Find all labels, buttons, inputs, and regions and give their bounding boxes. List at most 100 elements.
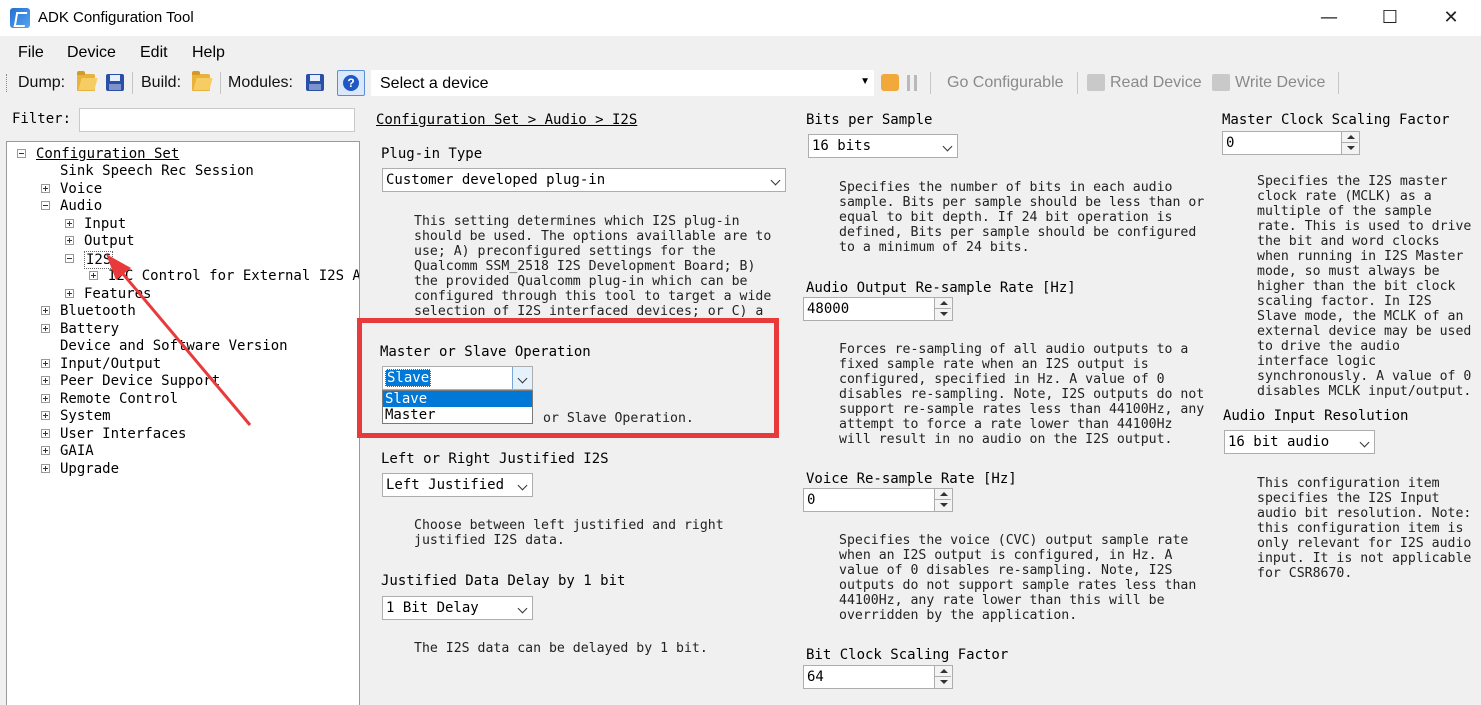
filter-input[interactable] (79, 108, 355, 132)
voice-resample-value: 0 (807, 492, 816, 508)
data-delay-description: The I2S data can be delayed by 1 bit. (414, 641, 708, 656)
tree-node-label: Device and Software Version (60, 338, 288, 354)
spinner-arrows-icon[interactable] (934, 666, 952, 688)
toolbar-separator (132, 72, 133, 94)
build-open-folder-icon[interactable] (192, 71, 210, 91)
toolbar-separator (1077, 72, 1078, 94)
menu-file[interactable]: File (18, 44, 44, 62)
write-device-button[interactable]: Write Device (1235, 74, 1325, 92)
bits-per-sample-value: 16 bits (812, 138, 872, 154)
expand-icon[interactable] (41, 394, 50, 403)
tree-node-label: Features (84, 286, 152, 302)
bit-clock-spinner[interactable]: 64 (803, 665, 953, 689)
highlight-annotation-box (357, 318, 779, 438)
plugin-type-select[interactable]: Customer developed plug-in (382, 168, 786, 192)
data-delay-select[interactable]: 1 Bit Delay (382, 596, 533, 620)
modules-save-disk-icon[interactable] (306, 74, 324, 91)
data-delay-label: Justified Data Delay by 1 bit (381, 573, 626, 589)
refresh-icon[interactable] (881, 74, 899, 91)
expand-icon[interactable] (41, 376, 50, 385)
dump-save-disk-icon[interactable] (106, 74, 124, 91)
collapse-icon[interactable] (17, 149, 26, 158)
toolbar: Dump: Build: Modules: ? Select a device … (0, 66, 1481, 100)
expand-icon[interactable] (89, 271, 98, 280)
menu-edit[interactable]: Edit (140, 44, 168, 62)
tree-node-label: I2C Control for External I2S Ampl: (108, 268, 359, 284)
bit-clock-label: Bit Clock Scaling Factor (806, 647, 1009, 663)
chevron-down-icon (1359, 437, 1370, 448)
output-resample-description: Forces re-sampling of all audio outputs … (839, 342, 1205, 447)
collapse-icon[interactable] (65, 254, 74, 263)
menu-device[interactable]: Device (67, 44, 116, 62)
device-select[interactable]: Select a device ▼ (370, 69, 875, 97)
maximize-button[interactable]: ☐ (1367, 4, 1413, 32)
master-clock-spinner[interactable]: 0 (1222, 131, 1360, 155)
bits-per-sample-select[interactable]: 16 bits (808, 134, 958, 158)
output-resample-value: 48000 (807, 301, 850, 317)
chevron-down-icon: ▼ (860, 76, 870, 87)
read-device-button[interactable]: Read Device (1110, 74, 1202, 92)
spinner-arrows-icon[interactable] (1341, 132, 1359, 154)
chevron-down-icon (942, 141, 953, 152)
collapse-icon[interactable] (41, 201, 50, 210)
build-label: Build: (141, 74, 182, 91)
window-title: ADK Configuration Tool (38, 9, 194, 26)
expand-icon[interactable] (41, 359, 50, 368)
minimize-button[interactable]: — (1306, 4, 1352, 32)
output-resample-spinner[interactable]: 48000 (803, 297, 953, 321)
tree-node-label: Bluetooth (60, 303, 136, 319)
expand-icon[interactable] (41, 324, 50, 333)
dump-label: Dump: (18, 74, 66, 91)
master-clock-description: Specifies the I2S master clock rate (MCL… (1257, 174, 1472, 399)
spinner-divider (1342, 142, 1358, 143)
chevron-down-icon (517, 603, 528, 614)
close-button[interactable]: ✕ (1428, 4, 1474, 32)
input-resolution-select[interactable]: 16 bit audio (1224, 430, 1375, 454)
expand-icon[interactable] (41, 306, 50, 315)
help-button[interactable]: ? (337, 70, 365, 96)
spinner-divider (935, 499, 951, 500)
help-icon: ? (343, 75, 359, 91)
breadcrumb[interactable]: Configuration Set > Audio > I2S (376, 112, 637, 128)
menu-help[interactable]: Help (192, 44, 225, 62)
input-resolution-label: Audio Input Resolution (1223, 408, 1409, 424)
plugin-type-description: This setting determines which I2S plug-i… (414, 214, 772, 318)
bits-per-sample-description: Specifies the number of bits in each aud… (839, 180, 1205, 255)
spinner-arrows-icon[interactable] (934, 298, 952, 320)
justified-select[interactable]: Left Justified (382, 473, 533, 497)
read-device-icon (1087, 74, 1105, 91)
expand-icon[interactable] (41, 411, 50, 420)
toolbar-separator (930, 72, 931, 94)
device-select-value: Select a device (380, 75, 489, 92)
expand-icon[interactable] (41, 446, 50, 455)
tree-node-label: Battery (60, 321, 120, 337)
expand-icon[interactable] (41, 184, 50, 193)
input-resolution-value: 16 bit audio (1228, 434, 1330, 450)
spinner-arrows-icon[interactable] (934, 489, 952, 511)
spinner-divider (935, 676, 951, 677)
tree-node-label: Audio (60, 198, 103, 214)
voice-resample-spinner[interactable]: 0 (803, 488, 953, 512)
expand-icon[interactable] (41, 464, 50, 473)
expand-icon[interactable] (65, 219, 74, 228)
go-configurable-button[interactable]: Go Configurable (947, 74, 1064, 92)
tree-node-label: Remote Control (60, 391, 179, 407)
expand-icon[interactable] (41, 429, 50, 438)
dump-open-folder-icon[interactable] (77, 71, 95, 91)
output-resample-label: Audio Output Re-sample Rate [Hz] (806, 280, 1076, 296)
voice-resample-description: Specifies the voice (CVC) output sample … (839, 533, 1197, 623)
tree-node-label: I2S (84, 251, 114, 269)
disconnect-icon[interactable] (907, 75, 917, 91)
bit-clock-value: 64 (807, 669, 824, 685)
tree-node-label: Configuration Set (36, 146, 180, 162)
expand-icon[interactable] (65, 289, 74, 298)
tree-node-label: GAIA (60, 443, 94, 459)
justified-value: Left Justified (386, 477, 505, 493)
master-clock-label: Master Clock Scaling Factor (1222, 112, 1450, 128)
expand-icon[interactable] (65, 236, 74, 245)
chevron-down-icon (770, 175, 781, 186)
spinner-divider (935, 308, 951, 309)
configuration-tree[interactable]: Configuration Set Sink Speech Rec Sessio… (6, 141, 360, 705)
menu-bar: File Device Edit Help (0, 38, 1481, 66)
tree-node-label: Voice (60, 181, 103, 197)
